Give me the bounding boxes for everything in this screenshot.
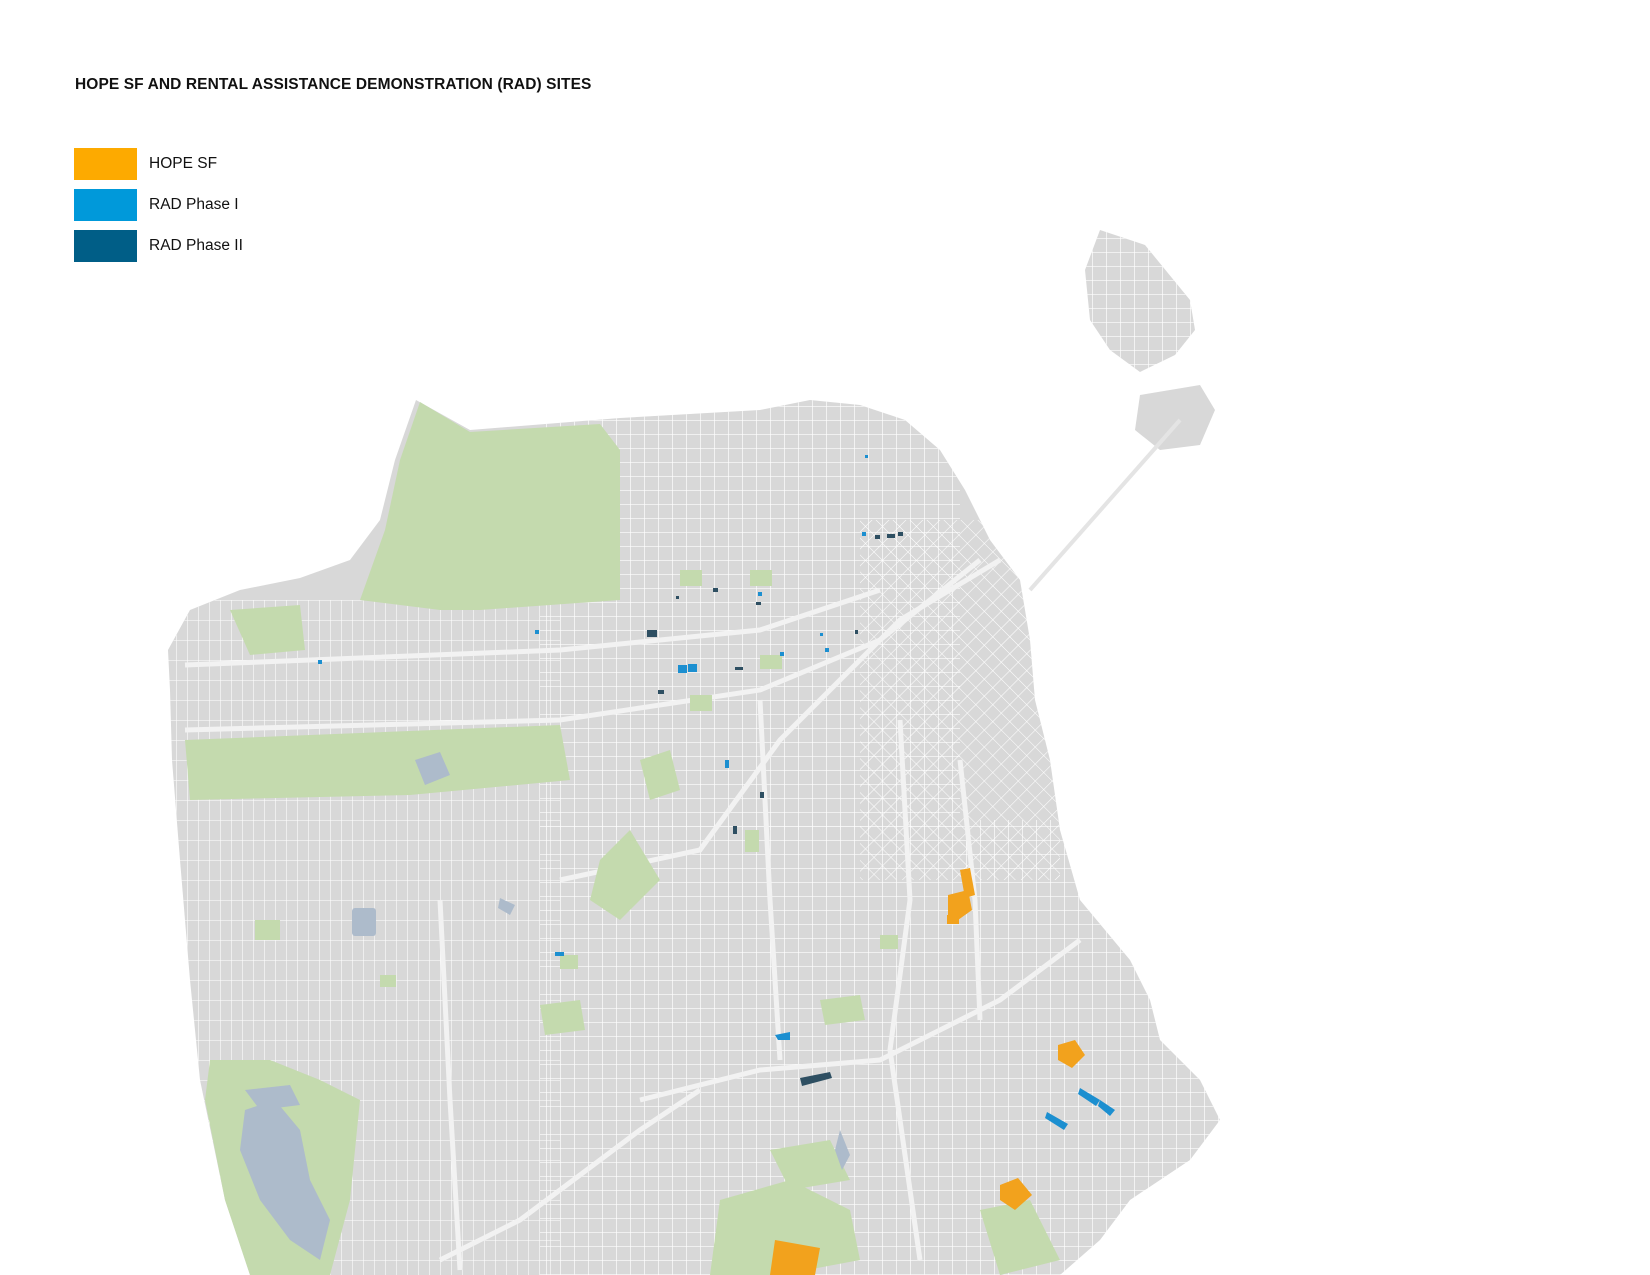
san-francisco-map <box>168 230 1220 1275</box>
